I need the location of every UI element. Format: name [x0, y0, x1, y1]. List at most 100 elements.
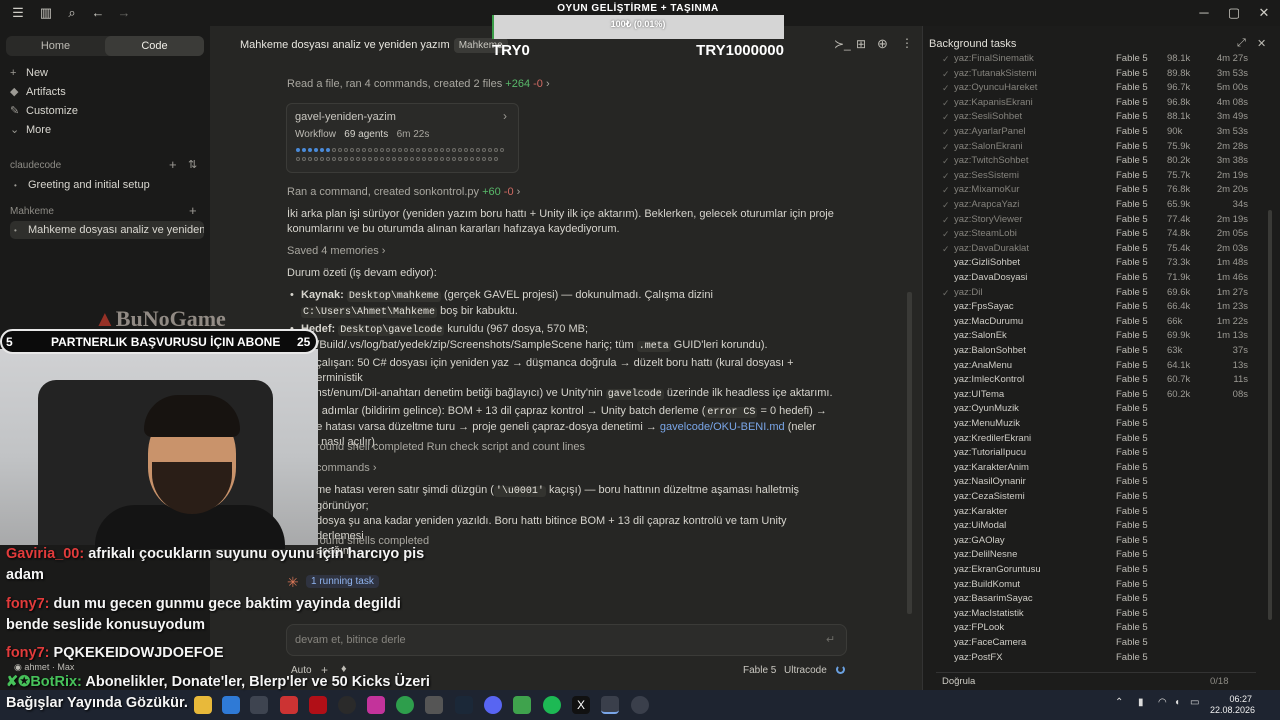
sidebar-toggle-icon[interactable]: ▥ — [38, 5, 54, 21]
task-row[interactable]: yaz:Karakter Fable 5 — [930, 505, 1250, 519]
task-row[interactable]: ✓ yaz:Dil Fable 5 69.6k 1m 27s — [930, 286, 1250, 300]
task-row[interactable]: yaz:BalonSohbet Fable 5 63k 37s — [930, 344, 1250, 358]
battery-icon[interactable]: ▭ — [1190, 697, 1199, 708]
task-row[interactable]: ✓ yaz:DavaDuraklat Fable 5 75.4k 2m 03s — [930, 242, 1250, 256]
x-icon[interactable]: X — [572, 696, 590, 714]
effort-selector[interactable]: Ultracode — [784, 665, 827, 676]
expand-icon[interactable]: ⤢ — [1237, 37, 1246, 50]
task-row[interactable]: yaz:KarakterAnim Fable 5 — [930, 461, 1250, 475]
task-row[interactable]: yaz:GizliSohbet Fable 5 73.3k 1m 48s — [930, 256, 1250, 270]
task-row[interactable]: yaz:TutorialIpucu Fable 5 — [930, 446, 1250, 460]
chat-text: adam — [6, 567, 44, 583]
background-shell-notice[interactable]: round shell completed Run check script a… — [316, 440, 585, 455]
close-panel-icon[interactable]: ✕ — [1257, 37, 1266, 50]
add-icon[interactable]: + — [169, 157, 177, 172]
tray-chevron-icon[interactable]: ⌃ — [1115, 697, 1123, 708]
task-model: Fable 5 — [1116, 461, 1148, 473]
task-time: 1m 27s — [1216, 286, 1248, 298]
task-row[interactable]: yaz:FaceCamera Fable 5 — [930, 636, 1250, 650]
session-item[interactable]: • Greeting and initial setup — [10, 176, 200, 194]
sidebar-item-new[interactable]: + New — [10, 64, 200, 82]
task-row[interactable]: yaz:MenuMuzik Fable 5 — [930, 417, 1250, 431]
filter-icon[interactable]: ⇅ — [188, 158, 197, 171]
panel-icon[interactable]: ⊞ — [856, 37, 866, 51]
agent-dot — [368, 157, 372, 161]
task-row[interactable]: yaz:EkranGoruntusu Fable 5 — [930, 563, 1250, 577]
task-row[interactable]: yaz:PostFX Fable 5 — [930, 651, 1250, 665]
minimize-icon[interactable]: ─ — [1196, 5, 1212, 21]
task-row[interactable]: yaz:FPLook Fable 5 — [930, 621, 1250, 635]
task-name: yaz:KarakterAnim — [954, 461, 1029, 473]
minecraft-icon[interactable] — [513, 696, 531, 714]
send-icon[interactable]: ↵ — [826, 633, 835, 646]
task-row[interactable]: yaz:DelilNesne Fable 5 — [930, 548, 1250, 562]
task-time: 2m 05s — [1216, 228, 1248, 240]
task-row[interactable]: ✓ yaz:SesliSohbet Fable 5 88.1k 3m 49s — [930, 110, 1250, 124]
task-row[interactable]: yaz:ImlecKontrol Fable 5 60.7k 11s — [930, 373, 1250, 387]
task-row[interactable]: yaz:UITema Fable 5 60.2k 08s — [930, 388, 1250, 402]
task-row[interactable]: yaz:MacDurumu Fable 5 66k 1m 22s — [930, 315, 1250, 329]
task-row[interactable]: ✓ yaz:SalonEkrani Fable 5 75.9k 2m 28s — [930, 140, 1250, 154]
task-row[interactable]: ✓ yaz:StoryViewer Fable 5 77.4k 2m 19s — [930, 213, 1250, 227]
search-icon[interactable]: ⌕ — [64, 5, 80, 21]
globe-icon[interactable]: ⊕ — [877, 36, 888, 52]
memories-link[interactable]: Saved 4 memories › — [287, 244, 385, 259]
forward-icon[interactable]: → — [116, 5, 132, 21]
task-name: yaz:GAOlay — [954, 534, 1005, 546]
task-row[interactable]: ✓ yaz:KapanisEkrani Fable 5 96.8k 4m 08s — [930, 96, 1250, 110]
maximize-icon[interactable]: ▢ — [1226, 5, 1242, 21]
task-row[interactable]: yaz:OyunMuzik Fable 5 — [930, 402, 1250, 416]
task-row[interactable]: ✓ yaz:TwitchSohbet Fable 5 80.2k 3m 38s — [930, 154, 1250, 168]
close-window-icon[interactable]: ✕ — [1256, 5, 1272, 21]
back-icon[interactable]: ← — [90, 5, 106, 21]
add-icon[interactable]: + — [189, 203, 197, 218]
task-row[interactable]: yaz:GAOlay Fable 5 — [930, 534, 1250, 548]
volume-icon[interactable]: ◖ — [1174, 697, 1180, 708]
task-row[interactable]: yaz:AnaMenu Fable 5 64.1k 13s — [930, 359, 1250, 373]
clock[interactable]: 06:27 22.08.2026 — [1210, 694, 1255, 716]
task-row[interactable]: yaz:DavaDosyasi Fable 5 71.9k 1m 46s — [930, 271, 1250, 285]
task-row[interactable]: ✓ yaz:OyuncuHareket Fable 5 96.7k 5m 00s — [930, 81, 1250, 95]
tool-summary-2[interactable]: Ran a command, created sonkontrol.py +60… — [287, 185, 520, 200]
claude-icon[interactable] — [601, 696, 619, 714]
discord-icon[interactable] — [484, 696, 502, 714]
spotify-icon[interactable] — [543, 696, 561, 714]
more-icon[interactable]: ⋮ — [901, 36, 913, 50]
steam-icon[interactable] — [455, 696, 473, 714]
tab-code[interactable]: Code — [105, 36, 204, 56]
task-row[interactable]: yaz:UiModal Fable 5 — [930, 519, 1250, 533]
task-row[interactable]: yaz:FpsSayac Fable 5 66.4k 1m 23s — [930, 300, 1250, 314]
conversation-scrollbar[interactable] — [907, 292, 912, 614]
task-list-scrollbar[interactable] — [1268, 210, 1272, 620]
tool-summary-1[interactable]: Read a file, ran 4 commands, created 2 f… — [287, 77, 550, 92]
sidebar-item-artifacts[interactable]: ◆ Artifacts — [10, 83, 200, 101]
unity-icon[interactable] — [631, 696, 649, 714]
group-header[interactable]: Doğrula 0/18 — [936, 672, 1256, 690]
task-row[interactable]: ✓ yaz:FinalSinematik Fable 5 98.1k 4m 27s — [930, 52, 1250, 66]
tab-home[interactable]: Home — [6, 36, 105, 56]
task-row[interactable]: yaz:MacIstatistik Fable 5 — [930, 607, 1250, 621]
task-row[interactable]: ✓ yaz:ArapcaYazi Fable 5 65.9k 34s — [930, 198, 1250, 212]
session-item-active[interactable]: • Mahkeme dosyası analiz ve yeniden yaz — [10, 221, 204, 239]
task-row[interactable]: yaz:SalonEk Fable 5 69.9k 1m 13s — [930, 329, 1250, 343]
task-row[interactable]: yaz:BuildKomut Fable 5 — [930, 578, 1250, 592]
task-row[interactable]: ✓ yaz:TutanakSistemi Fable 5 89.8k 3m 53s — [930, 67, 1250, 81]
task-row[interactable]: ✓ yaz:SteamLobi Fable 5 74.8k 2m 05s — [930, 227, 1250, 241]
sidebar-item-more[interactable]: ⌄ More — [10, 121, 200, 139]
task-row[interactable]: ✓ yaz:MixamoKur Fable 5 76.8k 2m 20s — [930, 183, 1250, 197]
task-row[interactable]: yaz:KredilerEkrani Fable 5 — [930, 432, 1250, 446]
task-row[interactable]: yaz:CezaSistemi Fable 5 — [930, 490, 1250, 504]
wifi-icon[interactable]: ◠ — [1158, 697, 1167, 708]
terminal-icon[interactable]: ≻_ — [834, 37, 851, 51]
commands-link[interactable]: commands › — [316, 461, 377, 476]
sidebar-item-customize[interactable]: ✎ Customize — [10, 102, 200, 120]
mic-tray-icon[interactable]: ▮ — [1138, 697, 1144, 708]
task-row[interactable]: ✓ yaz:AyarlarPanel Fable 5 90k 3m 53s — [930, 125, 1250, 139]
task-model: Fable 5 — [1116, 520, 1148, 532]
task-row[interactable]: yaz:NasilOynanir Fable 5 — [930, 475, 1250, 489]
model-selector[interactable]: Fable 5 — [743, 665, 776, 676]
task-row[interactable]: ✓ yaz:SesSistemi Fable 5 75.7k 2m 19s — [930, 169, 1250, 183]
task-row[interactable]: yaz:BasarimSayac Fable 5 — [930, 592, 1250, 606]
menu-icon[interactable]: ☰ — [10, 5, 26, 21]
readme-link[interactable]: gavelcode/OKU-BENI.md — [660, 421, 785, 433]
